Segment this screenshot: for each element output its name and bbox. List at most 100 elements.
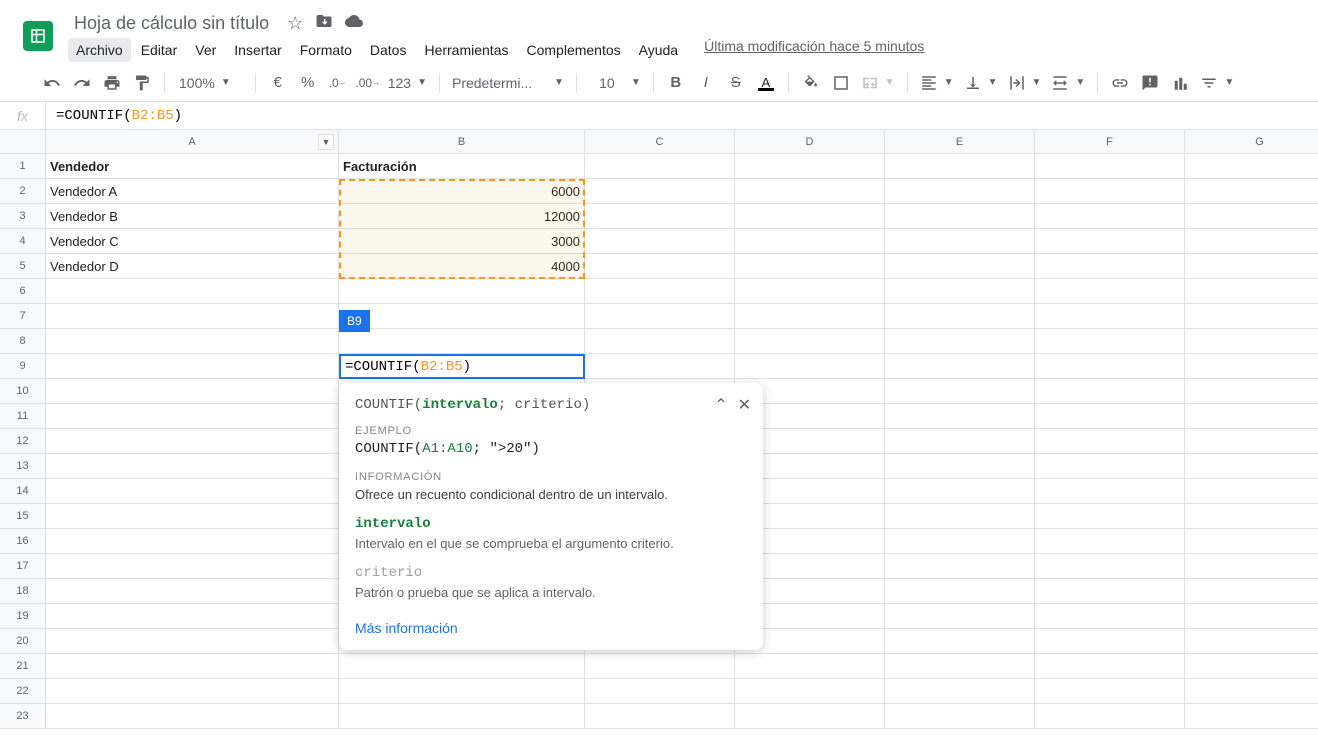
cell-A17[interactable] xyxy=(46,554,339,579)
cell-G6[interactable] xyxy=(1185,279,1318,304)
cell-A12[interactable] xyxy=(46,429,339,454)
cell-F1[interactable] xyxy=(1035,154,1185,179)
menu-formato[interactable]: Formato xyxy=(292,38,360,62)
cell-A22[interactable] xyxy=(46,679,339,704)
font-select[interactable]: Predetermi...▼ xyxy=(448,75,568,91)
filter-button[interactable]: ▼ xyxy=(1196,74,1238,92)
cell-G3[interactable] xyxy=(1185,204,1318,229)
star-icon[interactable]: ☆ xyxy=(287,13,303,34)
cell-D8[interactable] xyxy=(735,329,885,354)
cell-E22[interactable] xyxy=(885,679,1035,704)
cell-C4[interactable] xyxy=(585,229,735,254)
row-header-19[interactable]: 19 xyxy=(0,604,46,629)
cell-G9[interactable] xyxy=(1185,354,1318,379)
active-cell-B9[interactable]: =COUNTIF(B2:B5) xyxy=(339,354,585,379)
cell-E13[interactable] xyxy=(885,454,1035,479)
menu-ayuda[interactable]: Ayuda xyxy=(631,38,686,62)
cell-A19[interactable] xyxy=(46,604,339,629)
undo-button[interactable] xyxy=(38,69,66,97)
cell-G1[interactable] xyxy=(1185,154,1318,179)
cell-C3[interactable] xyxy=(585,204,735,229)
cell-E18[interactable] xyxy=(885,579,1035,604)
doc-title[interactable]: Hoja de cálculo sin título xyxy=(68,11,275,36)
cell-D21[interactable] xyxy=(735,654,885,679)
link-button[interactable] xyxy=(1106,69,1134,97)
helper-more-link[interactable]: Más información xyxy=(355,620,458,636)
strike-button[interactable]: S xyxy=(722,69,750,97)
cell-A21[interactable] xyxy=(46,654,339,679)
cell-B23[interactable] xyxy=(339,704,585,729)
rotate-button[interactable]: ▼ xyxy=(1047,74,1089,92)
cell-A9[interactable] xyxy=(46,354,339,379)
cell-G12[interactable] xyxy=(1185,429,1318,454)
row-header-11[interactable]: 11 xyxy=(0,404,46,429)
cell-F12[interactable] xyxy=(1035,429,1185,454)
cell-F10[interactable] xyxy=(1035,379,1185,404)
cell-F13[interactable] xyxy=(1035,454,1185,479)
cell-E5[interactable] xyxy=(885,254,1035,279)
text-color-button[interactable]: A xyxy=(752,69,780,97)
row-header-20[interactable]: 20 xyxy=(0,629,46,654)
menu-editar[interactable]: Editar xyxy=(133,38,186,62)
row-header-15[interactable]: 15 xyxy=(0,504,46,529)
cell-C6[interactable] xyxy=(585,279,735,304)
cell-E1[interactable] xyxy=(885,154,1035,179)
cell-D22[interactable] xyxy=(735,679,885,704)
cell-G15[interactable] xyxy=(1185,504,1318,529)
merge-button[interactable]: ▼ xyxy=(857,74,899,92)
paint-format-button[interactable] xyxy=(128,69,156,97)
cell-A1[interactable]: Vendedor xyxy=(46,154,339,179)
cell-F21[interactable] xyxy=(1035,654,1185,679)
cell-E12[interactable] xyxy=(885,429,1035,454)
menu-archivo[interactable]: Archivo xyxy=(68,38,131,62)
cell-G11[interactable] xyxy=(1185,404,1318,429)
row-header-22[interactable]: 22 xyxy=(0,679,46,704)
cell-G5[interactable] xyxy=(1185,254,1318,279)
cell-D5[interactable] xyxy=(735,254,885,279)
cell-E19[interactable] xyxy=(885,604,1035,629)
cell-E17[interactable] xyxy=(885,554,1035,579)
cell-D1[interactable] xyxy=(735,154,885,179)
row-header-13[interactable]: 13 xyxy=(0,454,46,479)
cell-G8[interactable] xyxy=(1185,329,1318,354)
number-format-select[interactable]: 123▼ xyxy=(384,75,431,91)
cell-F4[interactable] xyxy=(1035,229,1185,254)
cell-B3[interactable]: 12000 xyxy=(339,204,585,229)
cell-F8[interactable] xyxy=(1035,329,1185,354)
row-header-18[interactable]: 18 xyxy=(0,579,46,604)
cell-A2[interactable]: Vendedor A xyxy=(46,179,339,204)
row-header-14[interactable]: 14 xyxy=(0,479,46,504)
cell-E23[interactable] xyxy=(885,704,1035,729)
cell-E20[interactable] xyxy=(885,629,1035,654)
cell-D6[interactable] xyxy=(735,279,885,304)
cell-F9[interactable] xyxy=(1035,354,1185,379)
cell-G10[interactable] xyxy=(1185,379,1318,404)
close-icon[interactable]: ✕ xyxy=(738,395,751,415)
cell-B6[interactable] xyxy=(339,279,585,304)
cell-A10[interactable] xyxy=(46,379,339,404)
col-header-F[interactable]: F xyxy=(1035,130,1185,154)
cell-B21[interactable] xyxy=(339,654,585,679)
menu-insertar[interactable]: Insertar xyxy=(226,38,289,62)
cell-B22[interactable] xyxy=(339,679,585,704)
cell-D7[interactable] xyxy=(735,304,885,329)
row-header-7[interactable]: 7 xyxy=(0,304,46,329)
cell-F2[interactable] xyxy=(1035,179,1185,204)
cell-F14[interactable] xyxy=(1035,479,1185,504)
cell-G23[interactable] xyxy=(1185,704,1318,729)
row-header-16[interactable]: 16 xyxy=(0,529,46,554)
cell-A7[interactable] xyxy=(46,304,339,329)
cell-E4[interactable] xyxy=(885,229,1035,254)
redo-button[interactable] xyxy=(68,69,96,97)
cell-G22[interactable] xyxy=(1185,679,1318,704)
decrease-decimal-button[interactable]: .0← xyxy=(324,69,352,97)
cell-G2[interactable] xyxy=(1185,179,1318,204)
cell-E21[interactable] xyxy=(885,654,1035,679)
cell-B8[interactable] xyxy=(339,329,585,354)
cell-A3[interactable]: Vendedor B xyxy=(46,204,339,229)
col-header-E[interactable]: E xyxy=(885,130,1035,154)
cell-F11[interactable] xyxy=(1035,404,1185,429)
valign-button[interactable]: ▼ xyxy=(960,74,1002,92)
menu-complementos[interactable]: Complementos xyxy=(518,38,628,62)
cell-D4[interactable] xyxy=(735,229,885,254)
